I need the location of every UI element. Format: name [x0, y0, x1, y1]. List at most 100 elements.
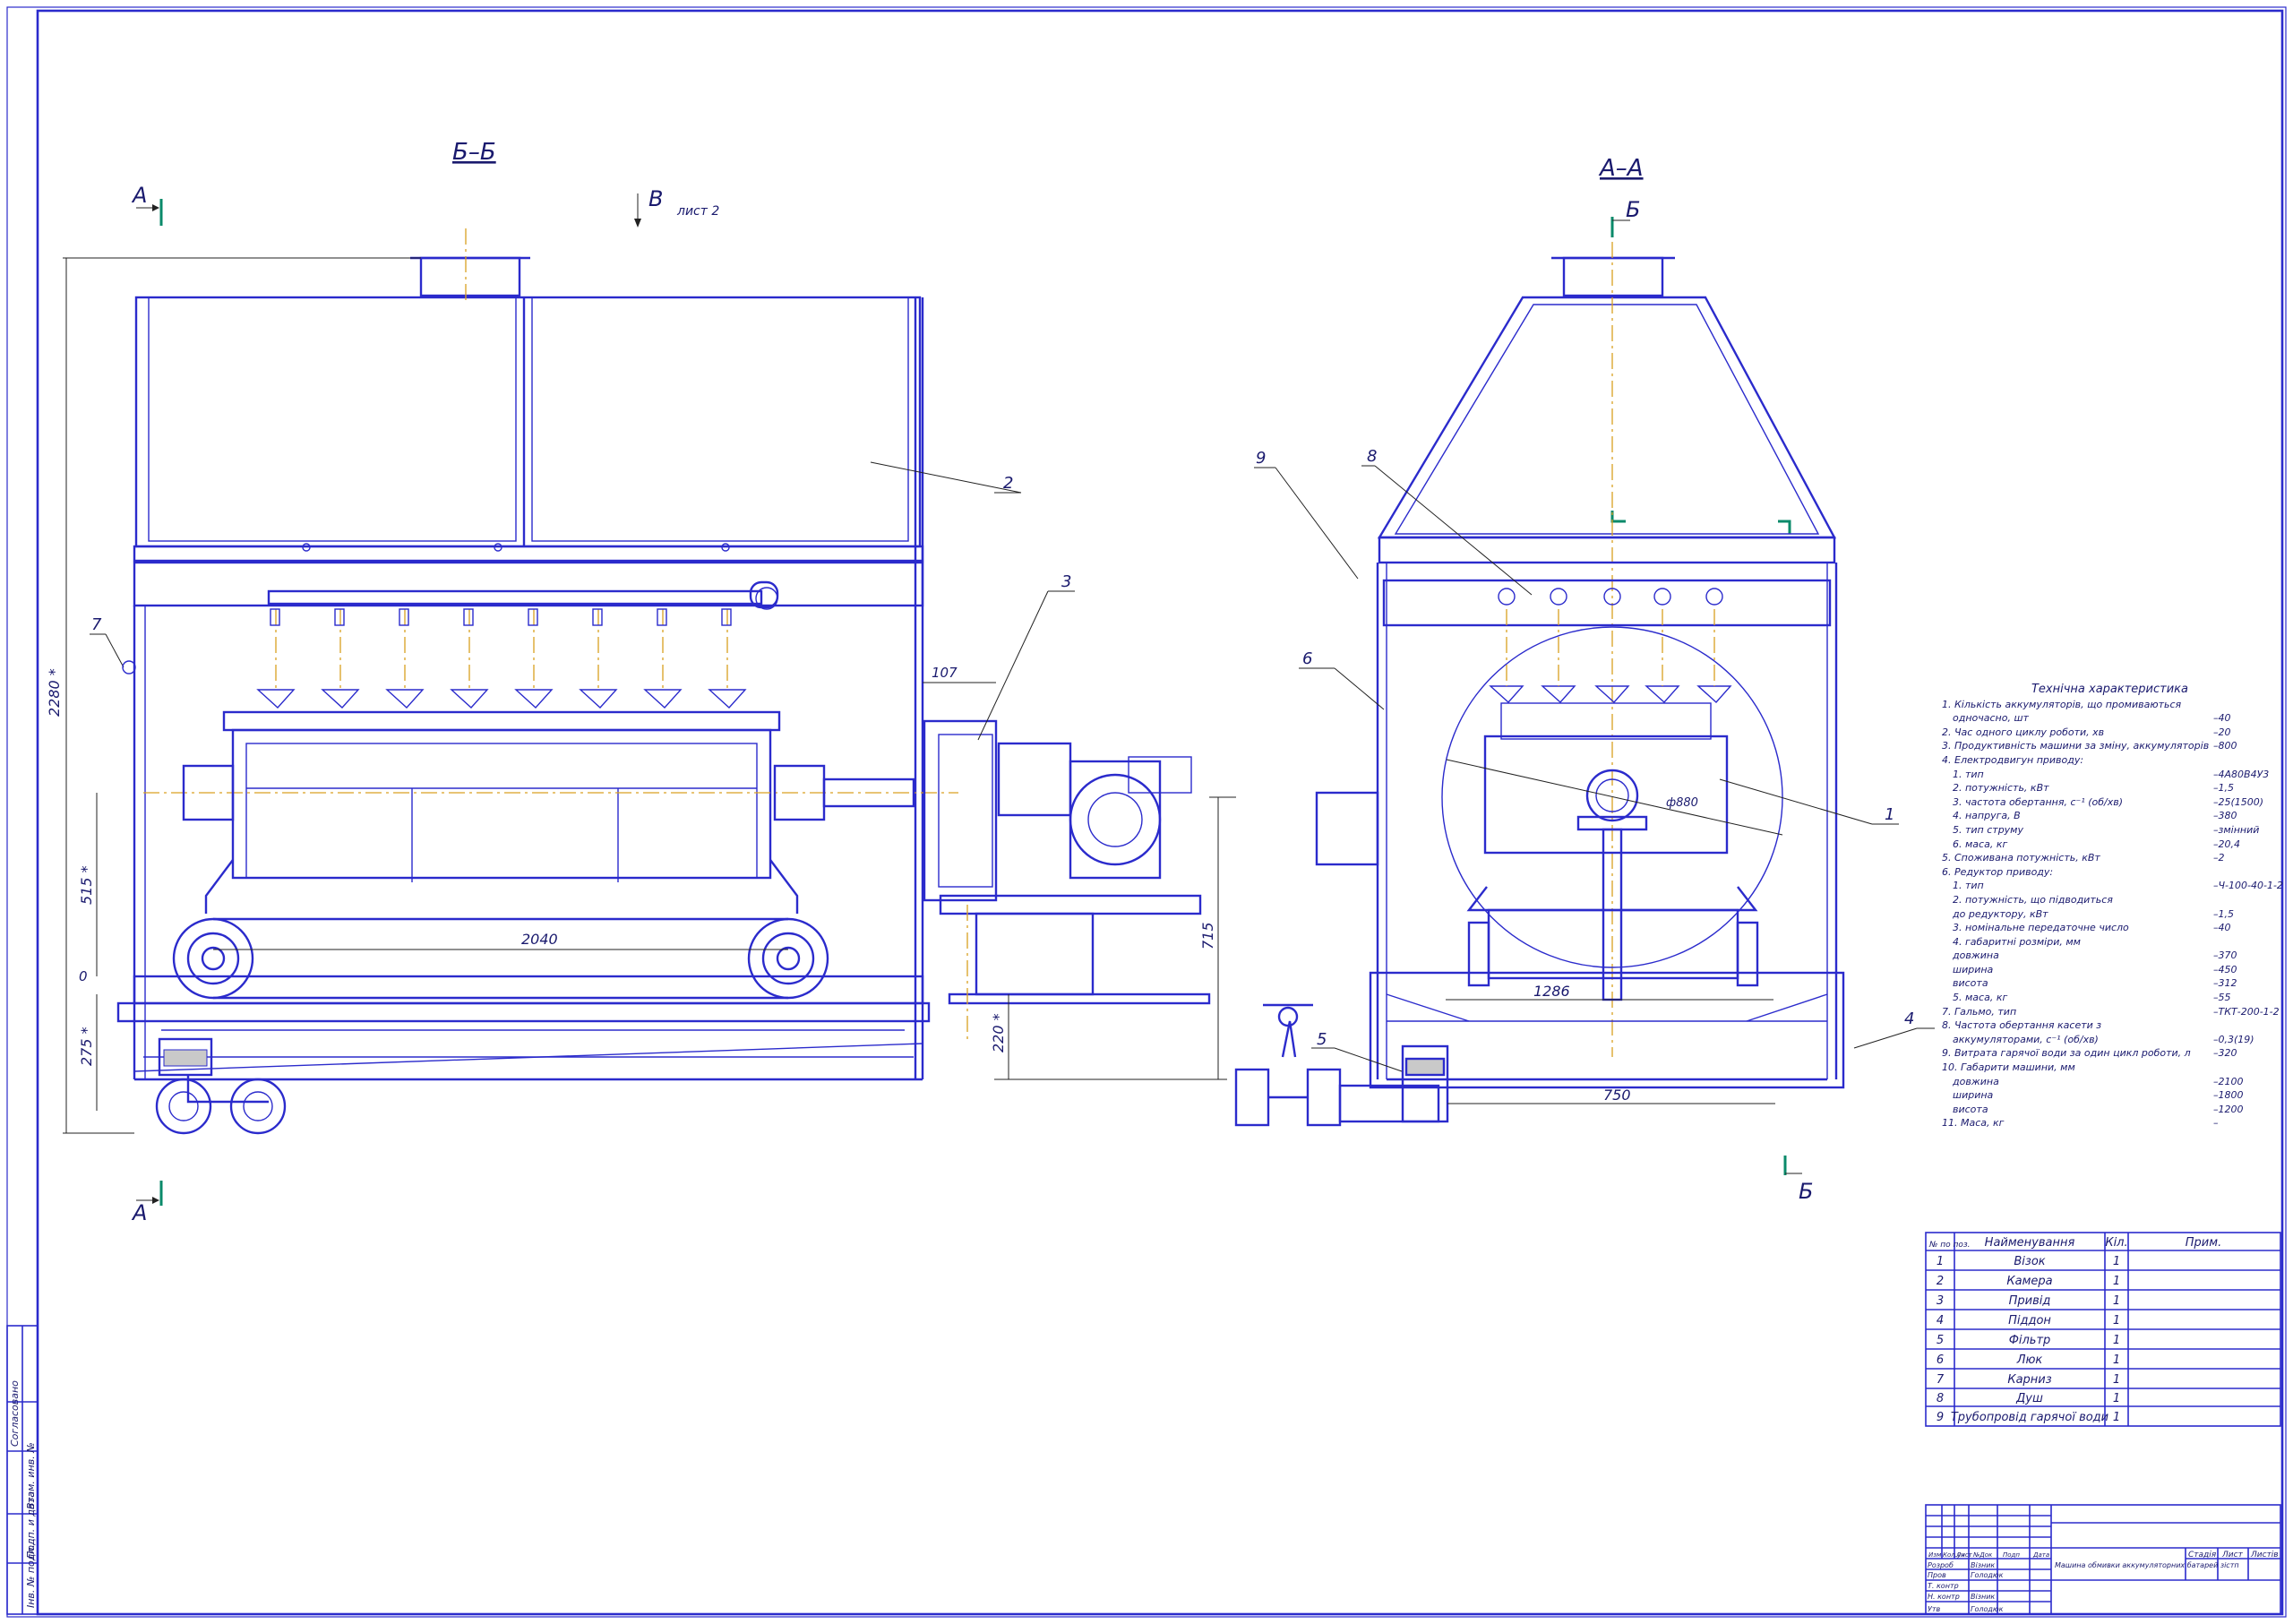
tech-row: 2. потужність, кВт –1,5	[1942, 781, 2278, 795]
stamp-replace: Взам. инв. №	[25, 1442, 37, 1509]
view-v-label: В	[648, 186, 663, 211]
tech-row-label: 6. Редуктор приводу:	[1942, 865, 2054, 878]
tech-row: 4. Електродвигун приводу:	[1942, 753, 2278, 768]
section-a-view: А–А Б Б	[1234, 155, 1845, 1204]
tech-row-value: –1800	[2213, 1089, 2244, 1102]
tech-row-label: 4. габаритні розміри, мм	[1953, 935, 2081, 948]
callout-9: 9	[1256, 449, 1266, 468]
dim-2040: 2040	[521, 931, 558, 948]
tech-row-value: –0,3(19)	[2213, 1033, 2254, 1045]
tech-row-value: –Ч-100-40-1-2	[2213, 880, 2283, 892]
dim-overall-height: 2280 *	[46, 668, 63, 717]
tech-row-value: –	[2213, 1117, 2219, 1130]
tech-row-value: –370	[2213, 949, 2237, 962]
parts-row-pos: 6	[1937, 1353, 1944, 1367]
tech-row-label: 2. потужність, що підводиться	[1953, 893, 2113, 906]
tech-row: висота –312	[1942, 976, 2278, 991]
tech-row-label: ширина	[1953, 963, 1994, 975]
tech-row: ширина –450	[1942, 963, 2278, 977]
tech-row: 1. Кількість аккумуляторів, що промивают…	[1942, 698, 2278, 712]
tech-row-value	[2213, 698, 2278, 712]
tech-row: 2. потужність, що підводиться	[1942, 893, 2278, 907]
section-b-view: Б–Б А А В лист 2	[116, 139, 1211, 1225]
tech-row-value	[2213, 935, 2278, 949]
parts-row-name: Камера	[2006, 1275, 2052, 1288]
dim-1286: 1286	[1533, 983, 1570, 1000]
tech-row-label: 2. потужність, кВт	[1953, 782, 2049, 795]
tech-row-label: 6. маса, кг	[1953, 838, 2008, 850]
tech-row-label: 5. тип струму	[1953, 823, 2023, 836]
tech-rows: 1. Кількість аккумуляторів, що промивают…	[1942, 698, 2283, 1130]
parts-row-qty: 1	[2113, 1334, 2120, 1347]
tech-row-label: 8. Частота обертання касети з	[1942, 1019, 2102, 1032]
tb-sheets: Листів	[2250, 1551, 2279, 1560]
section-b-dimensions: 2280 * 515 * 0 275 * 2040 107 715 220 *	[46, 257, 1236, 1134]
tech-row-label: 5. Споживана потужність, кВт	[1942, 852, 2100, 864]
parts-table: № по поз. Найменування Кіл. Прим. 1 Візо…	[1925, 1232, 2281, 1427]
dim-diameter: ф880	[1666, 796, 1698, 810]
tech-row-value: –25(1500)	[2213, 795, 2264, 808]
tb-col-izm: Изм	[1928, 1551, 1942, 1559]
cut-a-top-label: А	[131, 183, 147, 208]
tech-row: 3. номінальне передаточне число –40	[1942, 921, 2278, 935]
parts-row-qty: 1	[2113, 1392, 2120, 1405]
tech-row-value	[2213, 1061, 2278, 1075]
dim-220: 220 *	[990, 1013, 1007, 1053]
parts-header-qty: Кіл.	[2105, 1236, 2127, 1250]
tech-row-label: одночасно, шт	[1953, 712, 2029, 725]
tech-row: 9. Витрата гарячої води за один цикл роб…	[1942, 1046, 2278, 1061]
tech-row-value: –20,4	[2213, 838, 2240, 850]
tech-row: 5. Споживана потужність, кВт –2	[1942, 851, 2278, 865]
tech-row: 1. тип –4А80В4У3	[1942, 768, 2278, 782]
tech-row-value	[2213, 1018, 2278, 1033]
parts-row-pos: 2	[1937, 1275, 1944, 1288]
title-block: Изм Кол.уч Лист №Док Подп Дата Розроб Пр…	[1925, 1504, 2281, 1615]
tech-row-value: –40	[2213, 712, 2231, 725]
tech-row: 1. тип –Ч-100-40-1-2	[1942, 879, 2283, 893]
parts-row-qty: 1	[2113, 1411, 2120, 1424]
tech-row-value: –змінний	[2213, 823, 2260, 836]
tech-row-value: –2100	[2213, 1075, 2244, 1087]
parts-row-pos: 5	[1937, 1334, 1944, 1347]
tech-row: 4. габаритні розміри, мм	[1942, 935, 2278, 949]
tech-row-label: 1. Кількість аккумуляторів, що промивают…	[1942, 698, 2182, 710]
tech-row-value: –380	[2213, 810, 2237, 822]
tb-role-checker: Пров	[1928, 1571, 1946, 1579]
tech-row-label: 5. маса, кг	[1953, 992, 2008, 1004]
tech-row-value	[2213, 753, 2278, 768]
tech-row-label: висота	[1953, 1103, 1988, 1115]
parts-row-name: Карниз	[2007, 1373, 2051, 1387]
dim-275: 275 *	[78, 1027, 95, 1066]
section-b-label: Б–Б	[452, 139, 496, 166]
tech-row-label: 3. частота обертання, с⁻¹ (об/хв)	[1953, 795, 2124, 808]
tb-col-doc: №Док	[1972, 1551, 1993, 1559]
tech-row: 5. маса, кг –55	[1942, 991, 2278, 1005]
side-stamp: Інв. № подл. Подп. и дата Взам. инв. № С…	[6, 1325, 39, 1615]
tech-characteristics: Технічна характеристика 1. Кількість акк…	[1942, 683, 2283, 1130]
parts-row-qty: 1	[2113, 1314, 2120, 1328]
tech-row: 6. Редуктор приводу:	[1942, 865, 2278, 880]
dim-715: 715	[1199, 922, 1216, 949]
callout-3: 3	[1061, 572, 1071, 591]
tb-role-tcontrol: Т. контр	[1928, 1582, 1959, 1590]
parts-row-qty: 1	[2113, 1294, 2120, 1308]
tb-stage: Стадія	[2188, 1551, 2217, 1560]
callout-5: 5	[1317, 1030, 1327, 1049]
cut-a-bottom-label: А	[131, 1200, 147, 1225]
tech-row-label: 1. тип	[1953, 768, 1984, 780]
parts-header-note: Прим.	[2186, 1236, 2221, 1250]
parts-row-name: Привід	[2009, 1294, 2051, 1308]
dim-zero: 0	[79, 968, 88, 984]
tech-row-label: 9. Витрата гарячої води за один цикл роб…	[1942, 1047, 2191, 1060]
tech-row-value: –40	[2213, 922, 2231, 934]
parts-row-qty: 1	[2113, 1255, 2120, 1268]
parts-row-pos: 3	[1937, 1294, 1944, 1308]
tech-row-value: –2	[2213, 852, 2225, 864]
parts-row-name: Фільтр	[2009, 1334, 2051, 1347]
tech-title: Технічна характеристика	[2031, 683, 2188, 696]
dim-750: 750	[1603, 1087, 1631, 1104]
tech-row: 8. Частота обертання касети з	[1942, 1018, 2278, 1033]
tb-role-developer: Розроб	[1928, 1561, 1954, 1569]
parts-header-pos: № по поз.	[1928, 1241, 1971, 1250]
callout-2: 2	[1003, 474, 1013, 493]
